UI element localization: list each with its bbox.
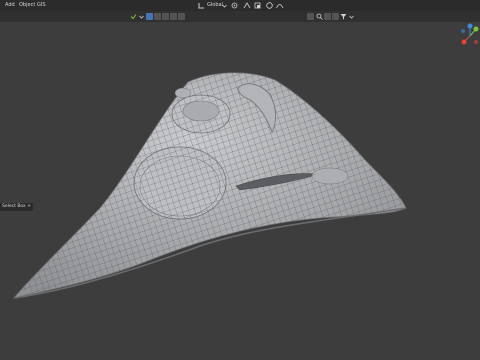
pivot-point-icon[interactable] [231,2,240,9]
menu-object[interactable]: Object [19,0,35,11]
snap-target-icon[interactable] [254,2,263,9]
shading-wire-icon[interactable] [324,13,331,20]
y-axis-icon [473,26,479,32]
chevron-down-icon[interactable] [222,2,227,9]
x-axis-icon [461,39,467,45]
z-axis-icon [467,23,473,29]
overlay-toggle-icon[interactable] [307,13,314,20]
falloff-icon[interactable] [276,2,285,9]
proportional-editing-icon[interactable] [266,2,275,9]
select-box-status: Select Box + [0,203,33,211]
select-vertex-mode-icon[interactable] [146,13,153,20]
menu-add[interactable]: Add [5,0,15,11]
select-edge-mode-icon[interactable] [154,13,161,20]
search-icon[interactable] [316,13,323,20]
snap-icon[interactable] [243,2,252,9]
select-face-mode-icon[interactable] [162,13,169,20]
menu-gis[interactable]: GIS [37,0,46,11]
select-mode-extra-icon[interactable] [178,13,185,20]
shading-solid-icon[interactable] [332,13,339,20]
pizza-slice-mesh[interactable] [0,22,480,360]
select-mode-extra-icon[interactable] [170,13,177,20]
navigation-gizmo[interactable] [456,22,480,50]
chevron-down-icon[interactable] [138,13,145,20]
visibility-icon[interactable] [130,13,137,20]
3d-viewport[interactable] [0,22,480,360]
filter-icon[interactable] [340,13,347,20]
viewport-header [0,11,480,22]
transform-orientation-icon[interactable] [198,2,205,9]
chevron-down-icon[interactable] [348,13,355,20]
transform-orientation-dropdown[interactable]: Global [207,0,223,11]
